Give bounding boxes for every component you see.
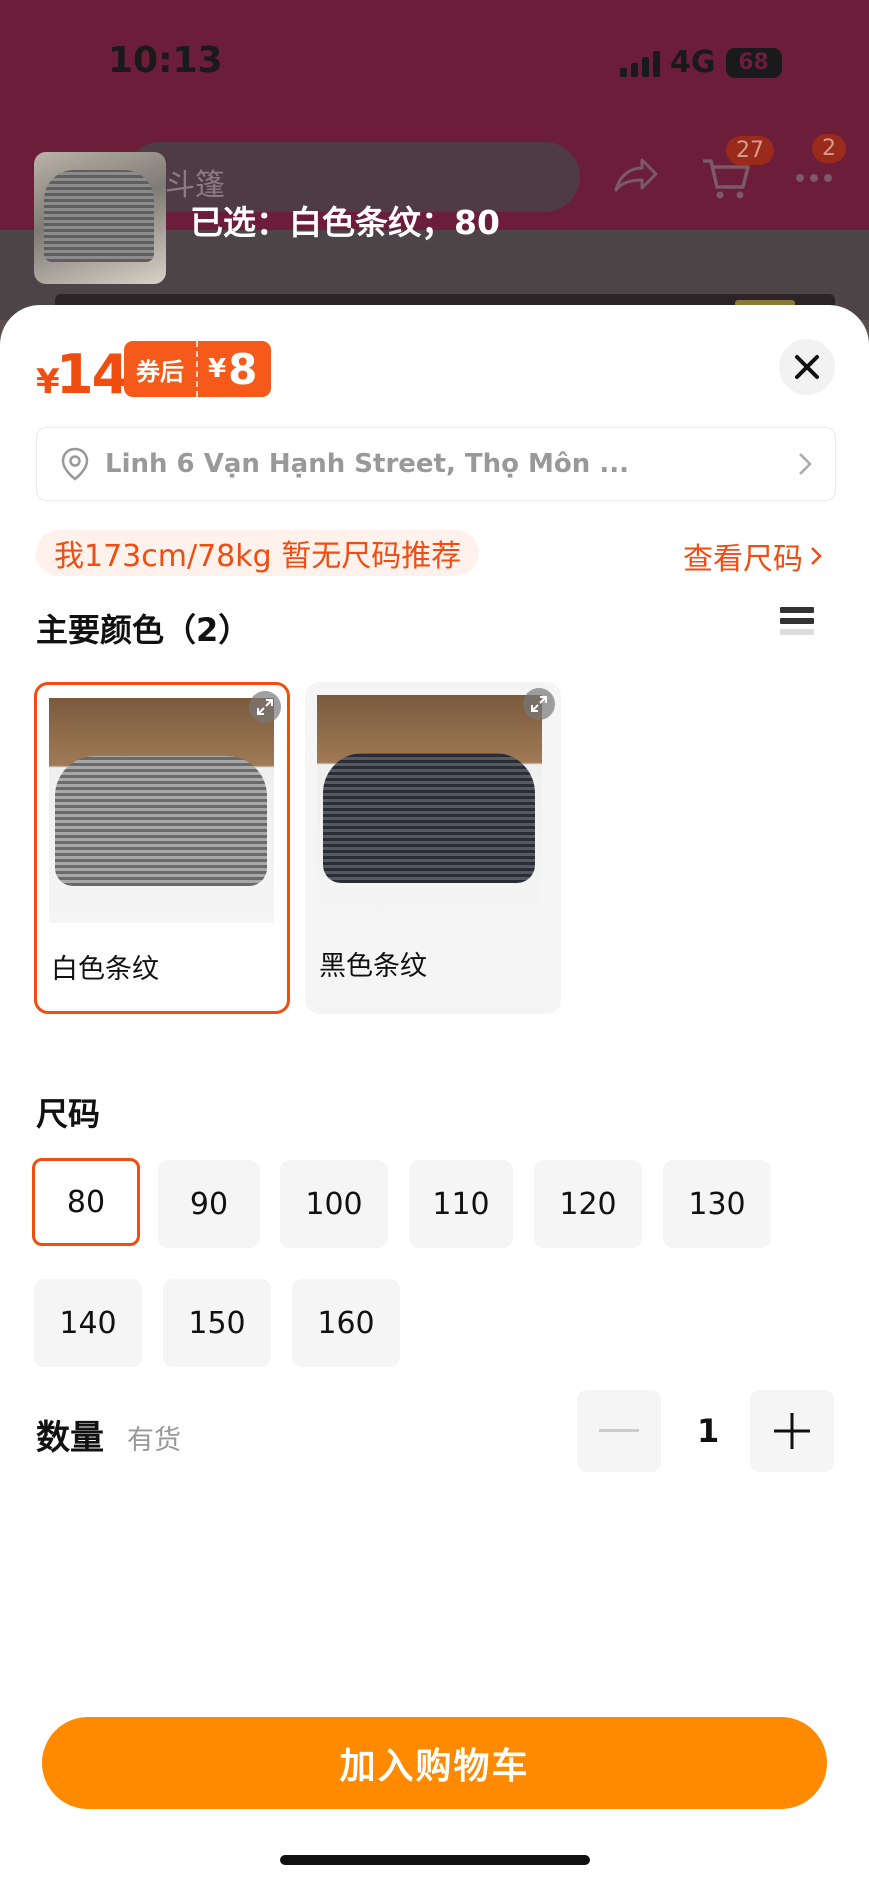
color-section-title: 主要颜色（2） <box>36 611 251 649</box>
close-button[interactable] <box>779 339 835 395</box>
size-recommendation: 我173cm/78kg 暂无尺码推荐 <box>36 530 480 576</box>
size-option-90[interactable]: 90 <box>158 1160 260 1248</box>
chevron-right-icon <box>811 547 822 565</box>
color-option-white-stripe[interactable]: 白色条纹 <box>34 682 290 1014</box>
address-text: Linh 6 Vạn Hạnh Street, Thọ Môn ... <box>105 449 629 479</box>
more-badge: 2 <box>812 134 846 163</box>
coupon-label: 券后 <box>124 341 198 397</box>
coupon-amount: ¥8 <box>198 341 272 397</box>
size-option-140[interactable]: 140 <box>34 1279 142 1367</box>
coupon-currency: ¥ <box>208 354 227 384</box>
color-image <box>49 698 274 923</box>
selected-summary: 已选：白色条纹；80 <box>190 203 500 242</box>
color-name: 白色条纹 <box>51 954 159 985</box>
signal-icon <box>620 49 660 77</box>
cart-badge: 27 <box>726 136 774 165</box>
status-time: 10:13 <box>108 40 223 81</box>
shirt-image <box>44 170 154 262</box>
expand-icon[interactable] <box>249 691 281 723</box>
quantity-value[interactable]: 1 <box>697 1412 719 1450</box>
status-indicators: 4G 68 <box>620 45 782 80</box>
size-option-120[interactable]: 120 <box>534 1160 642 1248</box>
stock-status: 有货 <box>127 1425 181 1456</box>
size-option-130[interactable]: 130 <box>663 1160 771 1248</box>
size-option-150[interactable]: 150 <box>163 1279 271 1367</box>
coupon-price-tag: 券后 ¥8 <box>124 341 272 397</box>
expand-icon[interactable] <box>523 688 555 720</box>
garment-image <box>323 753 535 883</box>
size-chart-label: 查看尺码 <box>683 542 803 577</box>
size-chart-link[interactable]: 查看尺码 <box>683 534 823 578</box>
quantity-decrease-button[interactable] <box>577 1390 661 1472</box>
size-option-100[interactable]: 100 <box>280 1160 388 1248</box>
size-option-80[interactable]: 80 <box>32 1158 140 1246</box>
home-indicator <box>280 1855 590 1865</box>
network-type: 4G <box>670 45 716 80</box>
size-section-title: 尺码 <box>36 1095 101 1133</box>
close-icon <box>795 355 819 379</box>
selected-product-thumbnail[interactable] <box>34 152 166 284</box>
minus-icon <box>599 1429 639 1432</box>
battery-icon: 68 <box>725 47 782 78</box>
chevron-right-icon <box>799 453 812 475</box>
size-option-110[interactable]: 110 <box>409 1160 513 1248</box>
color-option-black-stripe[interactable]: 黑色条纹 <box>305 682 561 1014</box>
plus-icon <box>774 1413 810 1449</box>
coupon-price: 8 <box>228 344 258 394</box>
list-view-icon[interactable] <box>780 607 814 643</box>
quantity-increase-button[interactable] <box>750 1390 834 1472</box>
color-image <box>317 695 542 920</box>
price: 14 <box>56 343 129 406</box>
garment-image <box>55 756 267 886</box>
location-pin-icon <box>61 447 89 481</box>
delivery-address[interactable]: Linh 6 Vạn Hạnh Street, Thọ Môn ... <box>36 427 836 501</box>
add-to-cart-button[interactable]: 加入购物车 <box>42 1717 827 1809</box>
quantity-label: 数量 <box>36 1418 104 1458</box>
size-option-160[interactable]: 160 <box>292 1279 400 1367</box>
share-icon[interactable] <box>608 148 664 204</box>
color-name: 黑色条纹 <box>319 951 427 982</box>
